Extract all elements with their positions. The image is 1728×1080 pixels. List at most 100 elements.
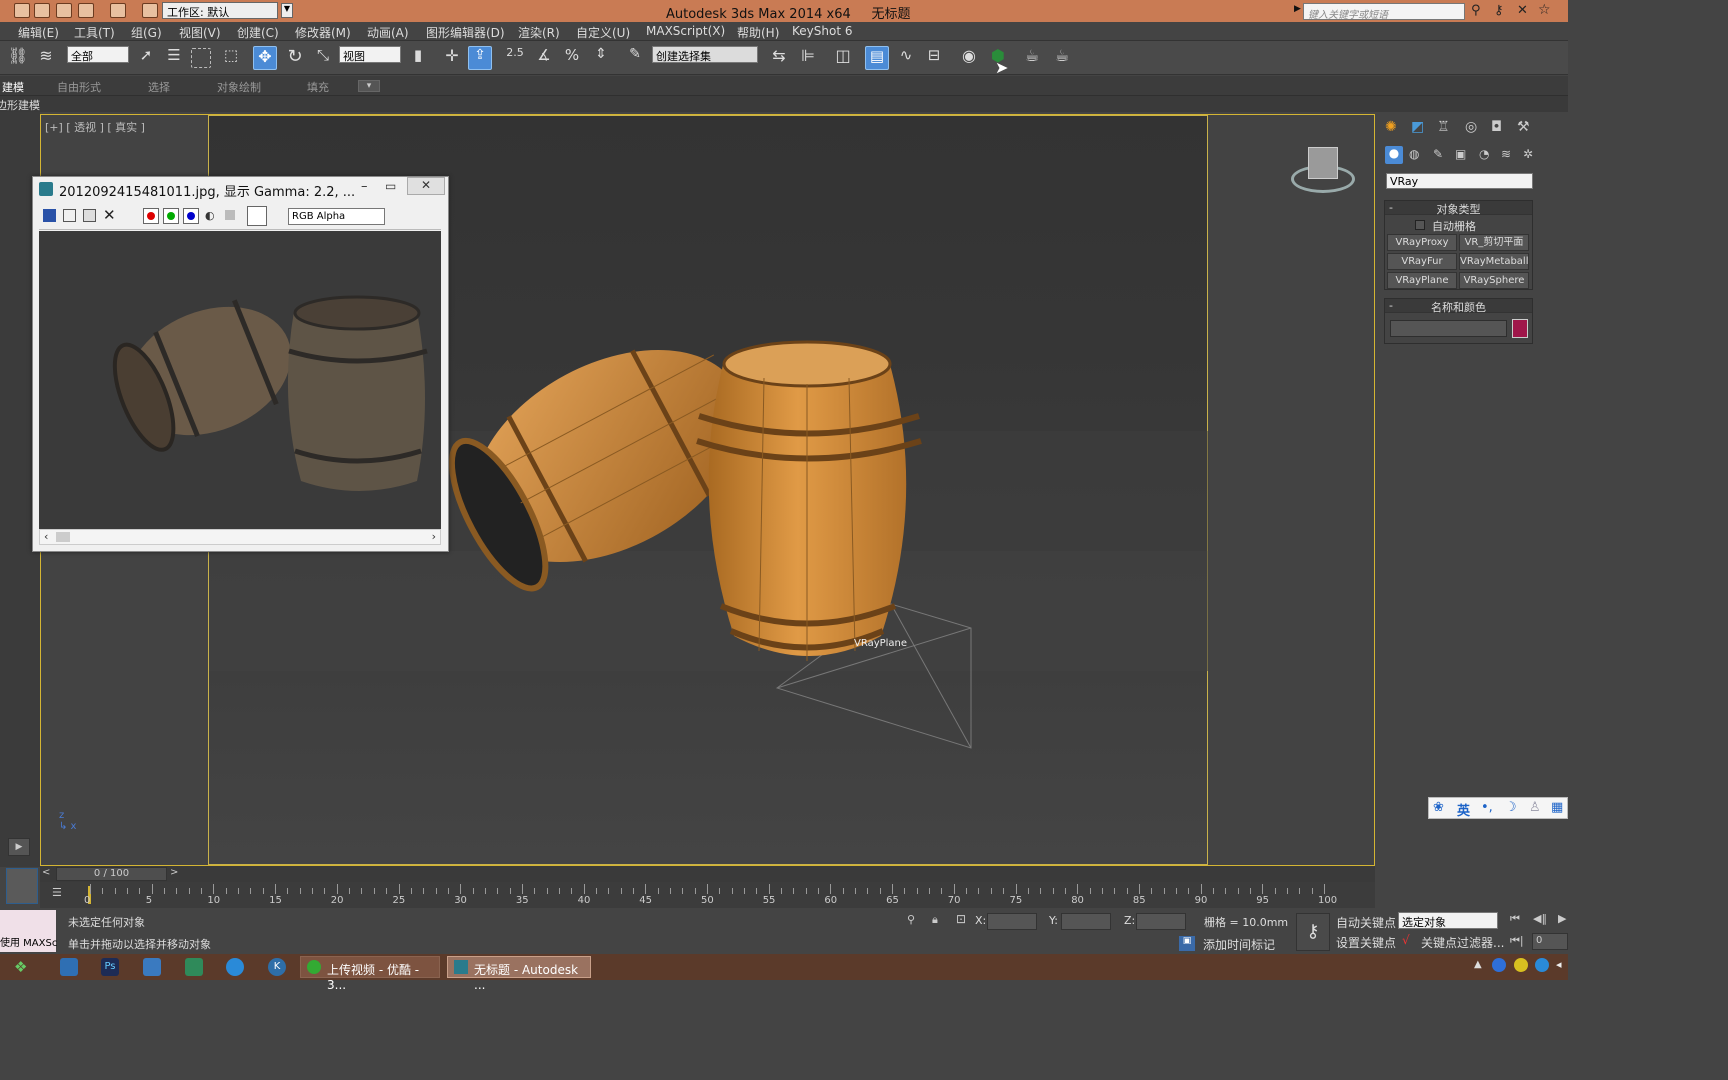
ribbon-options-icon[interactable]: ▾ — [358, 80, 380, 92]
ribbon-tab-modeling[interactable]: 建模 — [2, 79, 24, 95]
barrel-standing[interactable] — [696, 340, 922, 661]
select-scale-icon[interactable]: ⤡ — [311, 46, 335, 70]
baidu-paw-icon[interactable]: ❀ — [1433, 800, 1444, 815]
snaps-toggle-icon[interactable]: 2.5 — [503, 46, 527, 70]
menu-keyshot[interactable]: KeyShot 6 — [792, 24, 852, 38]
start-icon[interactable]: ❖ — [14, 958, 32, 976]
vrayfur-button[interactable]: VRayFur — [1387, 253, 1457, 270]
project-folder-icon[interactable] — [142, 3, 158, 18]
select-by-name-icon[interactable]: ☰ — [162, 46, 186, 70]
mini-curve-editor-icon[interactable]: ☰ — [52, 886, 68, 900]
clear-image-icon[interactable]: ✕ — [103, 206, 116, 224]
select-rotate-icon[interactable]: ↻ — [283, 46, 307, 70]
schematic-view-icon[interactable]: ⊟ — [922, 46, 946, 70]
viewcube-icon[interactable] — [1291, 145, 1357, 199]
select-move-icon[interactable]: ✥ — [253, 46, 277, 70]
print-image-icon[interactable] — [83, 209, 96, 222]
autogrid-checkbox[interactable] — [1415, 220, 1425, 230]
taskbar-item-youku[interactable]: 上传视频 - 优酷 - 3... — [300, 956, 440, 992]
angle-snap-icon[interactable]: ∡ — [532, 46, 556, 70]
menu-rendering[interactable]: 渲染(R) — [518, 24, 560, 41]
time-next-icon[interactable]: > — [170, 867, 178, 878]
object-type-header[interactable]: - 对象类型 — [1385, 201, 1532, 216]
undo-icon[interactable] — [78, 3, 94, 18]
tray-plus-icon[interactable] — [1514, 958, 1528, 972]
shapes-icon[interactable]: ◍ — [1409, 147, 1419, 161]
keyboard-shortcut-override-icon[interactable]: ⇪ — [468, 46, 492, 70]
display-tab-icon[interactable]: ◘ — [1491, 119, 1502, 135]
time-slider-thumb[interactable]: 0 / 100 — [56, 867, 167, 881]
ribbon-tab-selection[interactable]: 选择 — [148, 79, 170, 95]
menu-animation[interactable]: 动画(A) — [367, 24, 409, 41]
redo-icon[interactable] — [110, 3, 126, 18]
graphite-ribbon-icon[interactable]: ▤ — [865, 46, 889, 70]
unlink-icon[interactable]: ≋ — [34, 46, 58, 70]
prev-frame-icon[interactable]: ◀‖ — [1533, 912, 1547, 925]
binoculars-icon[interactable]: ⚲ — [1471, 3, 1487, 19]
modify-tab-icon[interactable]: ◩ — [1411, 119, 1424, 135]
motion-tab-icon[interactable]: ◎ — [1465, 119, 1477, 135]
name-color-header[interactable]: - 名称和颜色 — [1385, 299, 1532, 314]
spacewarps-icon[interactable]: ≋ — [1501, 147, 1511, 161]
workspace-dropdown[interactable]: 工作区: 默认 — [162, 2, 278, 19]
vrayplane-button[interactable]: VRayPlane — [1387, 272, 1457, 289]
named-selection-dropdown[interactable]: 创建选择集 — [652, 46, 758, 63]
selection-lock-icon[interactable]: 🔒︎ — [932, 913, 938, 927]
mirror-icon[interactable]: ⇆ — [767, 46, 791, 70]
viewport-label[interactable]: [+] [ 透视 ] [ 真实 ] — [45, 119, 145, 135]
scroll-left-icon[interactable]: ‹ — [44, 530, 48, 543]
vrayproxy-button[interactable]: VRayProxy — [1387, 234, 1457, 251]
menu-create[interactable]: 创建(C) — [237, 24, 279, 41]
edit-named-selection-icon[interactable]: ✎ — [623, 46, 647, 70]
key-mode-dropdown[interactable]: 选定对象 — [1398, 912, 1498, 929]
isolate-icon[interactable]: ⚲ — [907, 913, 915, 926]
folder-taskbar-icon[interactable] — [143, 958, 161, 976]
vr-clipper-button[interactable]: VR_剪切平面 — [1459, 234, 1529, 251]
track-bar[interactable]: ☰ 0 5 10 15 20 25 30 35 40 45 50 55 60 65 70 75 80 85 90 95… — [40, 882, 1375, 908]
object-name-input[interactable] — [1390, 320, 1507, 337]
add-time-tag[interactable]: 添加时间标记 — [1203, 936, 1275, 953]
ribbon-tab-object-paint[interactable]: 对象绘制 — [217, 79, 261, 95]
link-icon[interactable]: ⛓ — [6, 46, 30, 70]
taskbar-item-3dsmax[interactable]: 无标题 - Autodesk ... — [447, 956, 591, 992]
percent-snap-icon[interactable]: % — [560, 46, 584, 70]
time-prev-icon[interactable]: < — [42, 867, 50, 878]
layer-manager-icon[interactable]: ◫ — [831, 46, 855, 70]
minimize-icon[interactable]: – — [361, 179, 368, 194]
current-frame-input[interactable]: 0 — [1532, 933, 1568, 950]
tray-network-icon[interactable] — [1535, 958, 1549, 972]
new-file-icon[interactable] — [14, 3, 30, 18]
search-input[interactable]: 键入关键字或短语 — [1303, 3, 1465, 21]
systems-icon[interactable]: ✲ — [1523, 147, 1533, 161]
spinner-snap-icon[interactable]: ⇕ — [589, 46, 613, 70]
key-mode-toggle-icon[interactable]: ⏮| — [1510, 934, 1524, 948]
background-swatch[interactable] — [247, 206, 267, 226]
tray-volume-icon[interactable]: ◂ — [1556, 958, 1562, 971]
x-coord-input[interactable] — [987, 913, 1037, 930]
curve-editor-icon[interactable]: ∿ — [894, 46, 918, 70]
menu-customize[interactable]: 自定义(U) — [576, 24, 630, 41]
play-icon[interactable]: ▶ — [1558, 912, 1566, 925]
rect-selection-icon[interactable] — [191, 48, 211, 68]
hierarchy-tab-icon[interactable]: ♖ — [1437, 119, 1450, 135]
geometry-type-dropdown[interactable]: VRay — [1386, 173, 1533, 189]
align-icon[interactable]: ⊫ — [796, 46, 820, 70]
close-icon[interactable]: ✕ — [407, 177, 445, 195]
lights-icon[interactable]: ✎ — [1433, 147, 1443, 161]
menu-graph-editors[interactable]: 图形编辑器(D) — [426, 24, 505, 41]
clone-window-icon[interactable] — [63, 209, 76, 222]
scroll-right-icon[interactable]: › — [432, 530, 436, 543]
render-production-icon[interactable]: ☕ — [1050, 46, 1074, 70]
moon-icon[interactable]: ☽ — [1505, 800, 1517, 815]
menu-help[interactable]: 帮助(H) — [737, 24, 779, 41]
tray-expand-icon[interactable]: ▲ — [1474, 959, 1482, 970]
favorites-star-icon[interactable]: ☆ — [1538, 2, 1554, 18]
pivot-center-icon[interactable]: ▮ — [406, 46, 430, 70]
menu-group[interactable]: 组(G) — [131, 24, 162, 41]
image-horizontal-scrollbar[interactable]: ‹ › — [39, 529, 441, 545]
selection-filter-dropdown[interactable]: 全部 — [67, 46, 129, 63]
absolute-mode-icon[interactable]: ⊡ — [956, 912, 966, 926]
punctuation-icon[interactable]: •, — [1481, 800, 1493, 815]
maximize-icon[interactable]: ▭ — [385, 179, 396, 193]
menu-views[interactable]: 视图(V) — [179, 24, 221, 41]
